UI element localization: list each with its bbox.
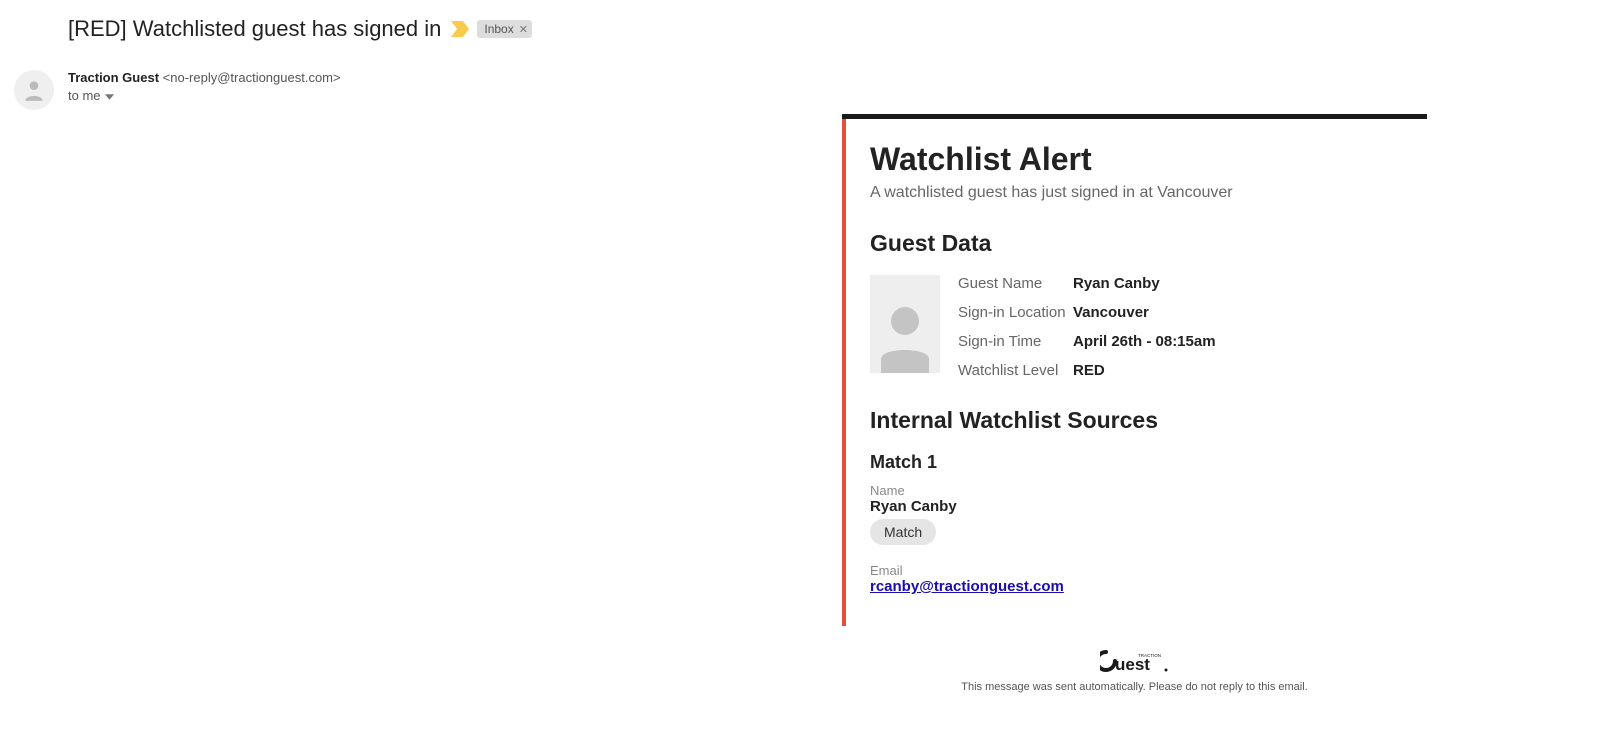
sender-email: <no-reply@tractionguest.com> [163,70,341,85]
to-text: to me [68,88,101,103]
to-line[interactable]: to me [68,88,341,103]
signin-time-value: April 26th - 08:15am [1073,333,1216,350]
watchlist-level-value: RED [1073,362,1216,379]
match-pill: Match [870,519,936,545]
match-title: Match 1 [870,452,1427,473]
alert-title: Watchlist Alert [870,141,1427,178]
person-icon [21,77,47,103]
guest-data-title: Guest Data [870,230,1427,257]
match-email-label: Email [870,563,1427,578]
signin-location-label: Sign-in Location [958,304,1073,321]
email-subject: [RED] Watchlisted guest has signed in [68,16,441,42]
caret-down-icon[interactable] [105,88,114,103]
guest-name-label: Guest Name [958,275,1073,292]
sender-name: Traction Guest [68,70,159,85]
inbox-label-text: Inbox [484,22,513,36]
match-name-value: Ryan Canby [870,498,1427,515]
match-email-link[interactable]: rcanby@tractionguest.com [870,578,1064,595]
signin-location-value: Vancouver [1073,304,1216,321]
guest-name-value: Ryan Canby [1073,275,1216,292]
remove-label-icon[interactable]: ✕ [519,23,528,36]
footer-disclaimer: This message was sent automatically. Ple… [842,681,1427,693]
alert-subtitle: A watchlisted guest has just signed in a… [870,184,1427,202]
sources-title: Internal Watchlist Sources [870,407,1427,434]
important-icon[interactable] [451,21,469,37]
signin-time-label: Sign-in Time [958,333,1073,350]
inbox-label-chip[interactable]: Inbox ✕ [477,20,532,38]
footer-logo: uest TRACTION [1100,648,1170,679]
svg-text:TRACTION: TRACTION [1138,653,1161,658]
guest-photo-placeholder [870,275,940,373]
watchlist-level-label: Watchlist Level [958,362,1073,379]
avatar[interactable] [14,70,54,110]
match-name-label: Name [870,483,1427,498]
